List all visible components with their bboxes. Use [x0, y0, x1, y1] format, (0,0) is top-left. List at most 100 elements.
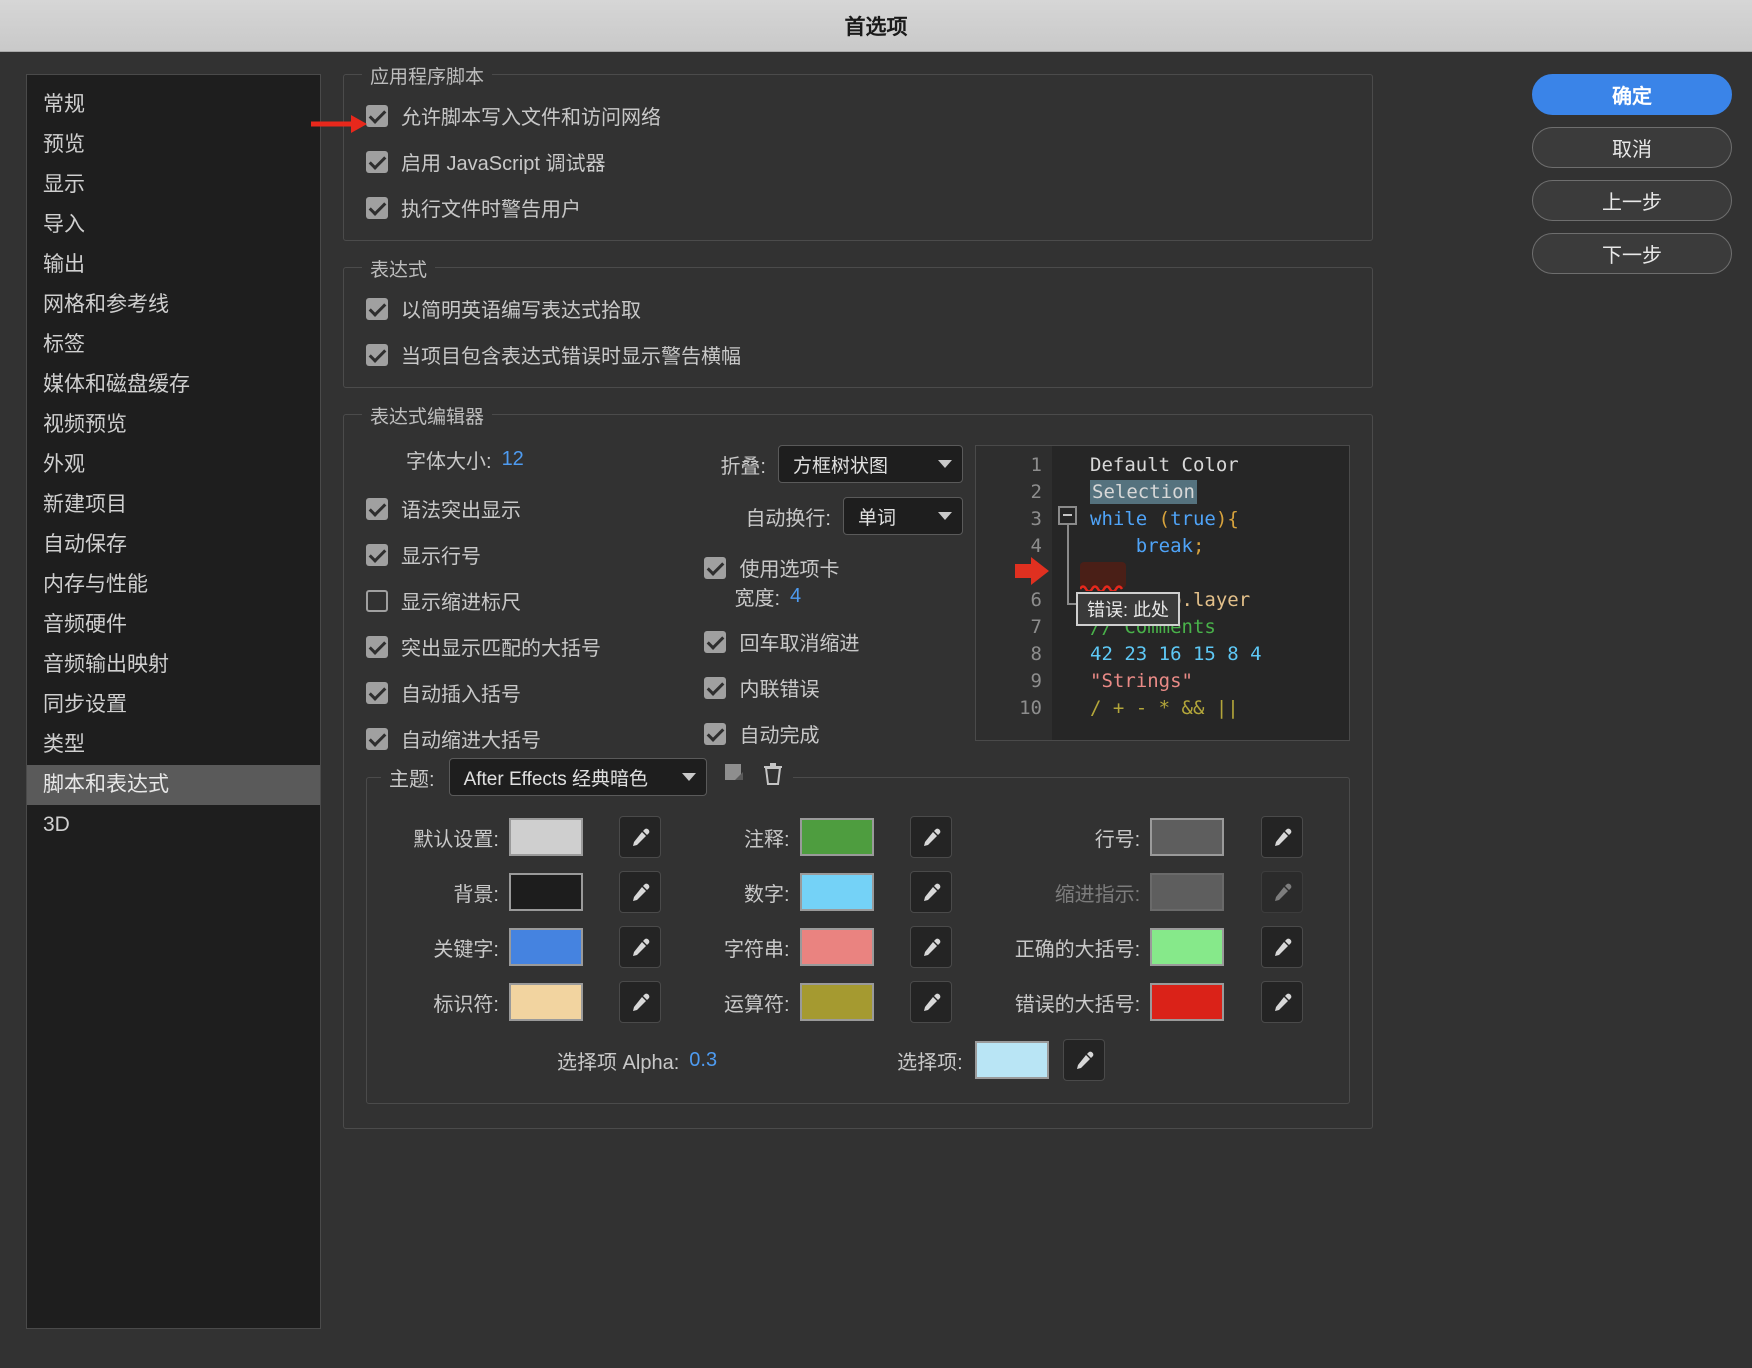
- app-scripting-checkbox-2[interactable]: 执行文件时警告用户: [366, 193, 1350, 222]
- checkbox-icon[interactable]: [366, 682, 388, 704]
- sidebar-item-13[interactable]: 音频硬件: [27, 605, 320, 645]
- sidebar-item-2[interactable]: 显示: [27, 165, 320, 205]
- fold-collapse-icon[interactable]: [1058, 506, 1077, 525]
- app-scripting-checkbox-0[interactable]: 允许脚本写入文件和访问网络: [366, 101, 1350, 130]
- group-theme-colors: 主题: After Effects 经典暗色: [366, 777, 1350, 1104]
- eyedropper-icon[interactable]: [619, 926, 661, 968]
- checkbox-icon[interactable]: [366, 151, 388, 173]
- checkbox-icon[interactable]: [366, 197, 388, 219]
- theme-select[interactable]: After Effects 经典暗色: [449, 758, 707, 796]
- checkbox-icon[interactable]: [366, 590, 388, 612]
- checkbox-label: 以简明英语编写表达式拾取: [401, 294, 641, 323]
- sidebar-item-8[interactable]: 视频预览: [27, 405, 320, 445]
- color-swatch-left-3[interactable]: [509, 983, 583, 1021]
- checkbox-icon[interactable]: [704, 631, 726, 653]
- eyedropper-icon[interactable]: [1261, 816, 1303, 858]
- sidebar-item-4[interactable]: 输出: [27, 245, 320, 285]
- expressions-checkbox-0[interactable]: 以简明英语编写表达式拾取: [366, 294, 1350, 323]
- eyedropper-icon[interactable]: [619, 816, 661, 858]
- trash-icon[interactable]: [761, 761, 785, 793]
- eyedropper-icon[interactable]: [1261, 981, 1303, 1023]
- color-swatch-mid-3[interactable]: [800, 983, 874, 1021]
- sidebar-item-0[interactable]: 常规: [27, 85, 320, 125]
- sidebar-item-label: 外观: [43, 453, 85, 476]
- code-line-number: 3: [976, 506, 1042, 533]
- checkbox-icon[interactable]: [366, 544, 388, 566]
- sidebar-item-16[interactable]: 类型: [27, 725, 320, 765]
- color-swatch-mid-0[interactable]: [800, 818, 874, 856]
- sidebar-item-10[interactable]: 新建项目: [27, 485, 320, 525]
- eyedropper-icon[interactable]: [910, 926, 952, 968]
- editor-checkbox-4[interactable]: 自动插入括号: [366, 678, 664, 707]
- application-scripting-options: 允许脚本写入文件和访问网络启用 JavaScript 调试器执行文件时警告用户: [366, 101, 1350, 222]
- font-size-value[interactable]: 12: [502, 448, 524, 471]
- sidebar-item-9[interactable]: 外观: [27, 445, 320, 485]
- editor-checkbox-right2-0[interactable]: 回车取消缩进: [704, 627, 963, 656]
- duplicate-icon[interactable]: [721, 761, 747, 793]
- editor-checkbox-0[interactable]: 语法突出显示: [366, 494, 664, 523]
- app-scripting-checkbox-1[interactable]: 启用 JavaScript 调试器: [366, 147, 1350, 176]
- color-label-mid-2: 字符串:: [698, 933, 790, 962]
- eyedropper-icon[interactable]: [910, 816, 952, 858]
- code-line: }: [1090, 560, 1349, 587]
- wrap-select[interactable]: 单词: [843, 497, 963, 535]
- editor-checkbox-right2-1[interactable]: 内联错误: [704, 673, 963, 702]
- color-swatch-left-2[interactable]: [509, 928, 583, 966]
- editor-right-options-bottom: 回车取消缩进内联错误自动完成: [674, 627, 963, 748]
- checkbox-icon[interactable]: [366, 636, 388, 658]
- eyedropper-icon[interactable]: [1261, 926, 1303, 968]
- sidebar-item-11[interactable]: 自动保存: [27, 525, 320, 565]
- color-swatch-right-0[interactable]: [1150, 818, 1224, 856]
- expressions-checkbox-1[interactable]: 当项目包含表达式错误时显示警告横幅: [366, 340, 1350, 369]
- color-swatch-left-1[interactable]: [509, 873, 583, 911]
- checkbox-icon[interactable]: [366, 728, 388, 750]
- sidebar-item-label: 音频输出映射: [43, 653, 169, 676]
- checkbox-icon[interactable]: [366, 498, 388, 520]
- sidebar-item-6[interactable]: 标签: [27, 325, 320, 365]
- editor-checkbox-5[interactable]: 自动缩进大括号: [366, 724, 664, 753]
- checkbox-icon[interactable]: [704, 723, 726, 745]
- color-swatch-right-2[interactable]: [1150, 928, 1224, 966]
- checkbox-icon[interactable]: [366, 344, 388, 366]
- editor-checkbox-2[interactable]: 显示缩进标尺: [366, 586, 664, 615]
- sidebar-item-label: 视频预览: [43, 413, 127, 436]
- selection-color-swatch[interactable]: [975, 1041, 1049, 1079]
- sidebar-item-5[interactable]: 网格和参考线: [27, 285, 320, 325]
- editor-checkbox-1[interactable]: 显示行号: [366, 540, 664, 569]
- previous-button[interactable]: 上一步: [1532, 180, 1732, 221]
- sidebar-item-12[interactable]: 内存与性能: [27, 565, 320, 605]
- eyedropper-icon[interactable]: [619, 871, 661, 913]
- sidebar-item-3[interactable]: 导入: [27, 205, 320, 245]
- checkbox-icon[interactable]: [366, 298, 388, 320]
- color-swatch-left-0[interactable]: [509, 818, 583, 856]
- ok-button[interactable]: 确定: [1532, 74, 1732, 115]
- eyedropper-icon[interactable]: [619, 981, 661, 1023]
- selection-alpha-value[interactable]: 0.3: [689, 1049, 717, 1072]
- fold-select[interactable]: 方框树状图: [778, 445, 963, 483]
- sidebar-item-14[interactable]: 音频输出映射: [27, 645, 320, 685]
- color-swatch-mid-2[interactable]: [800, 928, 874, 966]
- sidebar-item-1[interactable]: 预览: [27, 125, 320, 165]
- eyedropper-icon[interactable]: [1063, 1039, 1105, 1081]
- tab-width-value[interactable]: 4: [790, 585, 801, 608]
- next-button[interactable]: 下一步: [1532, 233, 1732, 274]
- sidebar-item-7[interactable]: 媒体和磁盘缓存: [27, 365, 320, 405]
- checkbox-icon[interactable]: [704, 557, 726, 579]
- group-title-expressions: 表达式: [362, 255, 435, 282]
- tab-width-label: 宽度:: [734, 582, 780, 611]
- editor-checkbox-right2-2[interactable]: 自动完成: [704, 719, 963, 748]
- sidebar-item-18[interactable]: 3D: [27, 805, 320, 845]
- editor-checkbox-right-0[interactable]: 使用选项卡: [704, 553, 963, 582]
- editor-checkbox-3[interactable]: 突出显示匹配的大括号: [366, 632, 664, 661]
- checkbox-icon[interactable]: [704, 677, 726, 699]
- code-line-numbers: 12345678910: [976, 446, 1052, 740]
- checkbox-icon[interactable]: [366, 105, 388, 127]
- cancel-button[interactable]: 取消: [1532, 127, 1732, 168]
- color-swatch-right-3[interactable]: [1150, 983, 1224, 1021]
- color-swatch-mid-1[interactable]: [800, 873, 874, 911]
- preferences-category-list[interactable]: 常规预览显示导入输出网格和参考线标签媒体和磁盘缓存视频预览外观新建项目自动保存内…: [26, 74, 321, 1329]
- eyedropper-icon[interactable]: [910, 871, 952, 913]
- sidebar-item-17[interactable]: 脚本和表达式: [27, 765, 320, 805]
- eyedropper-icon[interactable]: [910, 981, 952, 1023]
- sidebar-item-15[interactable]: 同步设置: [27, 685, 320, 725]
